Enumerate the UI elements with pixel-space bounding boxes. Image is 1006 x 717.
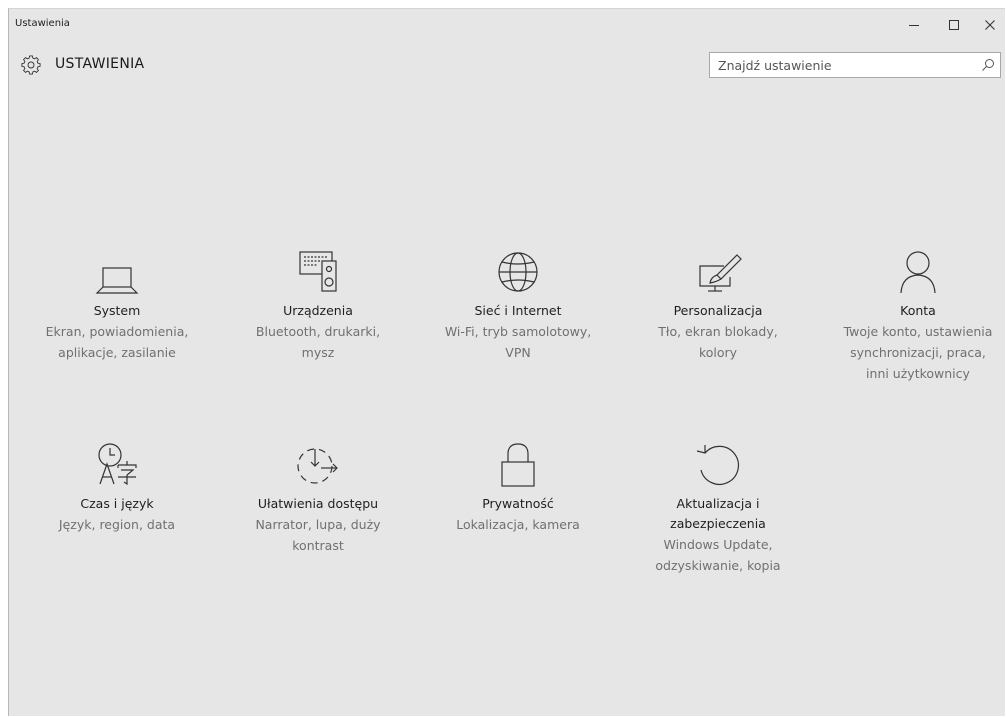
time-language-icon <box>98 443 137 486</box>
ease-of-access-icon <box>297 448 338 484</box>
tile-name: zabezpieczenia <box>670 516 766 531</box>
refresh-icon <box>696 445 740 485</box>
tile-desc: Wi-Fi, tryb samolotowy, <box>444 324 592 339</box>
tile-name: Personalizacja <box>673 303 763 318</box>
tile-accounts[interactable]: Konta Twoje konto, ustawienia synchroniz… <box>838 239 998 384</box>
tile-devices[interactable]: Urządzenia Bluetooth, drukarki, mysz <box>238 239 398 363</box>
tile-desc: odzyskiwanie, kopia <box>655 558 781 573</box>
title-bar[interactable]: Ustawienia <box>9 9 1005 37</box>
tile-desc: Windows Update, <box>663 537 773 552</box>
tile-name: Urządzenia <box>283 303 353 318</box>
close-icon <box>985 20 995 30</box>
tile-desc: Język, region, data <box>58 517 176 532</box>
tile-desc: Tło, ekran blokady, <box>658 324 778 339</box>
minimize-icon <box>909 25 919 26</box>
tile-desc: VPN <box>505 345 531 360</box>
tile-time-language[interactable]: Czas i język Język, region, data <box>37 432 197 535</box>
tile-desc: kontrast <box>292 538 344 553</box>
tile-desc: Narrator, lupa, duży <box>255 517 381 532</box>
tile-privacy[interactable]: Prywatność Lokalizacja, kamera <box>438 432 598 535</box>
tile-desc: Twoje konto, ustawienia <box>843 324 993 339</box>
tile-desc: kolory <box>698 345 738 360</box>
maximize-button[interactable] <box>935 9 973 41</box>
page-title: USTAWIENIA <box>55 56 145 72</box>
tile-desc: synchronizacji, praca, <box>850 345 986 360</box>
tile-ease-of-access[interactable]: Ułatwienia dostępu Narrator, lupa, duży … <box>238 432 398 556</box>
globe-icon <box>498 252 538 292</box>
tile-update-security[interactable]: Aktualizacja i zabezpieczenia Windows Up… <box>638 432 798 576</box>
search-box[interactable] <box>709 52 1001 78</box>
tile-desc: aplikacje, zasilanie <box>58 345 176 360</box>
close-button[interactable] <box>971 9 1006 41</box>
tile-desc: Ekran, powiadomienia, <box>45 324 189 339</box>
tile-name: Sieć i Internet <box>474 303 562 318</box>
window-title: Ustawienia <box>15 18 70 29</box>
search-icon[interactable] <box>981 58 995 72</box>
tile-network[interactable]: Sieć i Internet Wi-Fi, tryb samolotowy, … <box>438 239 598 363</box>
tile-name: Ułatwienia dostępu <box>257 496 379 511</box>
tile-name: Prywatność <box>482 496 554 511</box>
tile-desc: Lokalizacja, kamera <box>456 517 580 532</box>
minimize-button[interactable] <box>895 9 933 41</box>
lock-icon <box>501 443 535 487</box>
person-icon <box>900 251 936 294</box>
tile-name: Konta <box>900 303 936 318</box>
paint-icon <box>699 254 742 292</box>
devices-icon <box>299 251 337 292</box>
search-input[interactable] <box>710 53 970 77</box>
settings-window: Ustawienia USTAWIENIA Znajdź ustawienie … <box>8 8 1005 716</box>
tile-name: Aktualizacja i <box>676 496 760 511</box>
tile-personalization[interactable]: Personalizacja Tło, ekran blokady, kolor… <box>638 239 798 363</box>
tile-desc: Bluetooth, drukarki, <box>255 324 381 339</box>
tile-name: System <box>93 303 141 318</box>
maximize-icon <box>949 20 959 30</box>
laptop-icon <box>95 267 139 294</box>
tile-name: Czas i język <box>80 496 154 511</box>
tile-desc: mysz <box>301 345 335 360</box>
tile-desc: inni użytkownicy <box>866 366 970 381</box>
tile-system[interactable]: System Ekran, powiadomienia, aplikacje, … <box>37 239 197 363</box>
gear-icon <box>21 55 41 75</box>
